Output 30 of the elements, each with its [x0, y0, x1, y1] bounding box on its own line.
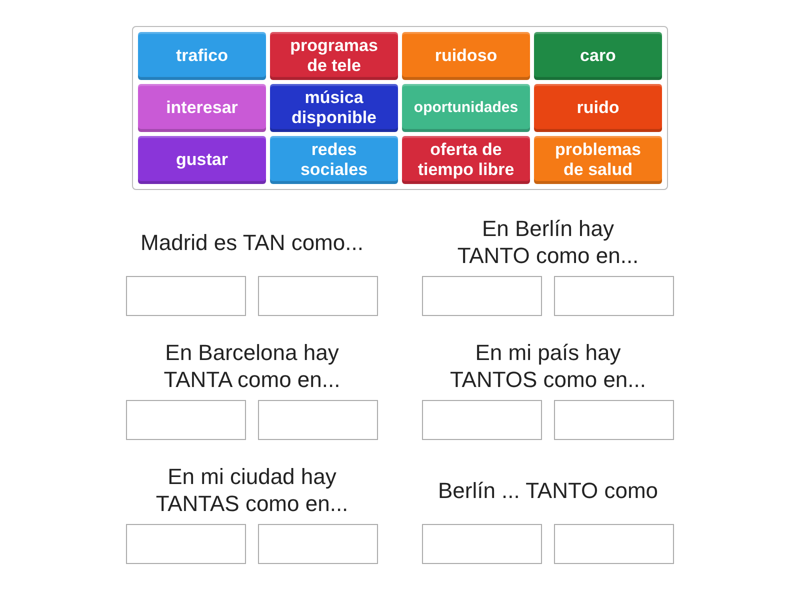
prompt-text: Madrid es TAN como... [140, 228, 364, 256]
drop-slot[interactable] [422, 276, 542, 316]
answer-tile[interactable]: problemas de salud [534, 136, 662, 184]
answer-tile[interactable]: interesar [138, 84, 266, 132]
prompt-text: Berlín ... TANTO como [438, 476, 658, 504]
drop-slot[interactable] [422, 524, 542, 564]
drop-slot[interactable] [554, 276, 674, 316]
drop-slot[interactable] [554, 400, 674, 440]
answer-tile[interactable]: ruidoso [402, 32, 530, 80]
answer-tile[interactable]: redes sociales [270, 136, 398, 184]
prompt-text: En mi ciudad hay TANTAS como en... [156, 463, 348, 518]
answer-tile[interactable]: música disponible [270, 84, 398, 132]
prompt-text: En Barcelona hay TANTA como en... [164, 339, 340, 394]
drop-slot[interactable] [126, 524, 246, 564]
answer-tile[interactable]: gustar [138, 136, 266, 184]
answer-tile[interactable]: trafico [138, 32, 266, 80]
answer-tile[interactable]: caro [534, 32, 662, 80]
drop-slot[interactable] [258, 524, 378, 564]
answer-tile[interactable]: oferta de tiempo libre [402, 136, 530, 184]
prompt-text: En mi país hay TANTOS como en... [450, 339, 646, 394]
drop-slot[interactable] [126, 400, 246, 440]
answer-tile[interactable]: programas de tele [270, 32, 398, 80]
drop-slot[interactable] [258, 400, 378, 440]
drop-slot[interactable] [554, 524, 674, 564]
answer-tile[interactable]: ruido [534, 84, 662, 132]
drop-slot[interactable] [422, 400, 542, 440]
prompt-text: En Berlín hay TANTO como en... [457, 215, 639, 270]
drop-slot[interactable] [258, 276, 378, 316]
answer-tile[interactable]: oportunidades [402, 84, 530, 132]
drop-slot[interactable] [126, 276, 246, 316]
